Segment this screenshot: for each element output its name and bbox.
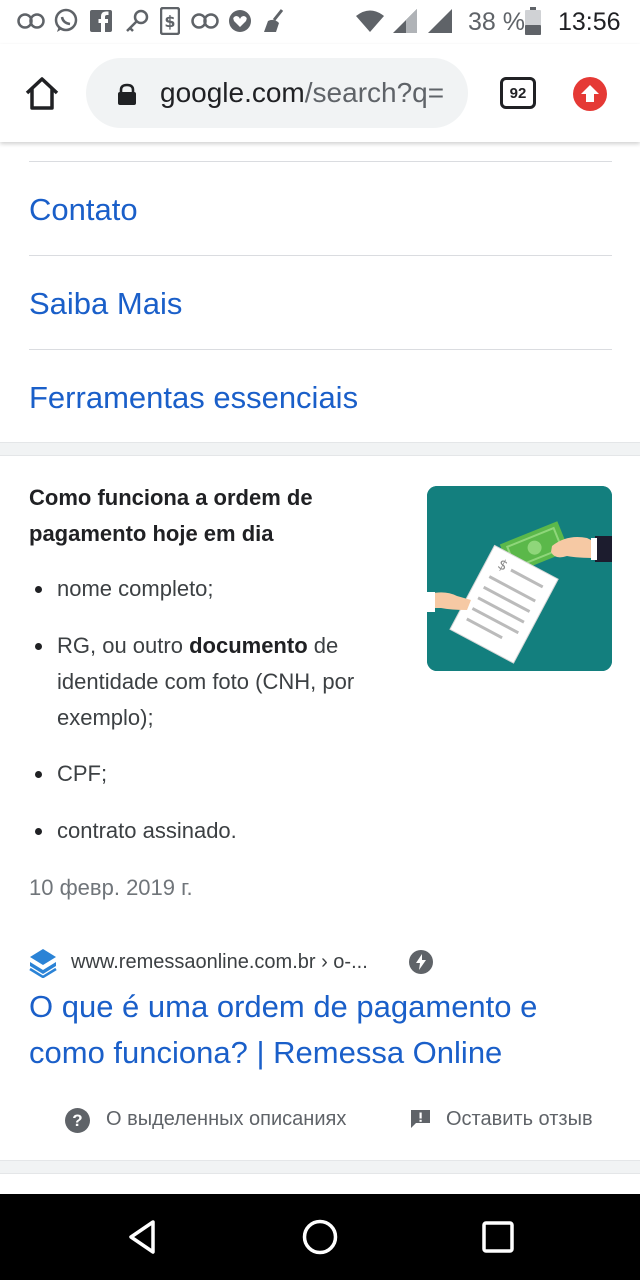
dollar-icon: $ xyxy=(159,7,181,35)
home-icon xyxy=(25,77,59,110)
battery-percent: 38 % xyxy=(468,8,525,36)
search-results: Contato Saiba Mais Ferramentas essenciai… xyxy=(0,142,640,1194)
recents-button[interactable] xyxy=(478,1217,518,1257)
home-nav-button[interactable] xyxy=(300,1217,340,1257)
bullet-text: RG, ou outro xyxy=(57,633,190,658)
recents-icon xyxy=(482,1221,514,1253)
snippet-feedback-row: ? О выделенных описаниях Оставить отзыв xyxy=(0,1102,640,1138)
divider xyxy=(29,161,612,162)
home-button[interactable] xyxy=(22,74,62,114)
back-button[interactable] xyxy=(123,1217,163,1257)
tab-switcher-button[interactable]: 92 xyxy=(500,77,536,109)
signal-icon xyxy=(427,8,453,34)
url-text: google.com/search?q= xyxy=(160,76,444,110)
wifi-icon xyxy=(355,8,385,34)
url-bar[interactable]: google.com/search?q= xyxy=(86,58,468,128)
bullet-bold-text: documento xyxy=(189,633,308,658)
whatsapp-icon xyxy=(53,8,79,34)
help-icon: ? xyxy=(65,1108,90,1133)
lock-icon xyxy=(116,83,138,105)
link-saiba-mais[interactable]: Saiba Mais xyxy=(29,286,182,322)
snippet-bullet: nome completo; xyxy=(35,571,407,607)
arrow-up-icon xyxy=(581,85,599,102)
browser-toolbar: google.com/search?q= 92 xyxy=(0,44,640,142)
snippet-bullet: RG, ou outro documento de identidade com… xyxy=(35,628,407,736)
url-domain: google.com xyxy=(160,77,305,108)
snippet-title: Como funciona a ordem de pagamento hoje … xyxy=(29,485,313,546)
clock: 13:56 xyxy=(558,8,621,36)
divider xyxy=(29,255,612,256)
feedback-icon xyxy=(410,1109,431,1129)
heart-shield-icon xyxy=(228,8,252,34)
feedback-link[interactable]: Оставить отзыв xyxy=(446,1104,593,1134)
url-path: /search?q= xyxy=(304,77,445,108)
divider xyxy=(29,349,612,350)
snippet-image[interactable]: $ xyxy=(427,486,612,671)
link-contato[interactable]: Contato xyxy=(29,192,138,228)
source-url[interactable]: www.remessaonline.com.br › o-... xyxy=(71,947,368,977)
status-bar: $ 38 % 13:56 xyxy=(0,0,640,44)
section-separator xyxy=(0,442,640,456)
amp-lightning-icon xyxy=(409,950,433,974)
home-circle-icon xyxy=(302,1219,338,1255)
infinity-icon xyxy=(190,8,220,34)
back-icon xyxy=(129,1220,155,1254)
signal-icon xyxy=(392,8,418,34)
facebook-icon xyxy=(89,8,113,34)
svg-text:$: $ xyxy=(164,12,175,31)
payment-illustration: $ xyxy=(427,486,612,671)
section-separator xyxy=(0,1160,640,1174)
update-button[interactable] xyxy=(573,77,607,111)
result-title-link[interactable]: O que é uma ordem de pagamento e como fu… xyxy=(29,984,619,1076)
remessa-logo-icon xyxy=(29,948,57,979)
snippet-bullet: contrato assinado. xyxy=(35,813,407,849)
snippet-date: 10 февр. 2019 г. xyxy=(29,875,193,900)
battery-icon xyxy=(525,7,541,35)
broom-icon xyxy=(260,8,288,34)
link-ferramentas-essenciais[interactable]: Ferramentas essenciais xyxy=(29,380,358,416)
infinity-icon xyxy=(16,8,46,34)
snippet-bullet: CPF; xyxy=(35,756,407,792)
tab-count: 92 xyxy=(509,84,527,102)
system-nav-bar xyxy=(0,1194,640,1280)
about-featured-snippets-link[interactable]: О выделенных описаниях xyxy=(106,1104,346,1134)
key-icon xyxy=(124,8,150,34)
